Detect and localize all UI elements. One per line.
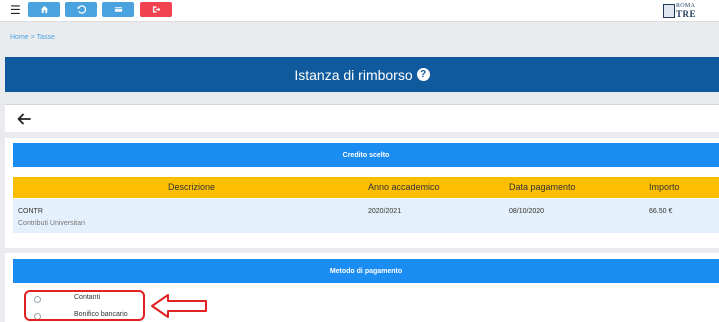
credit-header: Credito scelto	[13, 143, 719, 167]
column-header-description: Descrizione	[168, 182, 216, 192]
annotation-arrow-icon	[151, 294, 207, 318]
top-bar: ☰ ROMA TRE	[0, 0, 719, 22]
annotation-highlight-box	[24, 290, 145, 321]
breadcrumb-home[interactable]: Home	[10, 34, 29, 41]
column-header-year: Anno accademico	[368, 182, 440, 192]
credit-table-header: Descrizione Anno accademico Data pagamen…	[13, 177, 719, 198]
card-icon	[114, 7, 122, 12]
breadcrumb: Home > Tasse	[10, 34, 55, 41]
page-title: Istanza di rimborso	[294, 66, 413, 83]
undo-icon	[76, 5, 86, 14]
breadcrumb-current[interactable]: Tasse	[37, 34, 55, 41]
page-title-bar: Istanza di rimborso ?	[5, 57, 719, 92]
help-icon[interactable]: ?	[416, 68, 430, 81]
back-panel	[5, 104, 719, 132]
undo-button[interactable]	[65, 2, 97, 17]
column-header-date: Data pagamento	[509, 182, 576, 192]
hamburger-icon[interactable]: ☰	[10, 4, 21, 16]
row-amount: 66.50 €	[649, 208, 673, 215]
card-button[interactable]	[102, 2, 134, 17]
university-logo[interactable]: ROMA TRE	[663, 2, 703, 20]
logout-icon	[152, 6, 160, 13]
logo-emblem	[663, 4, 675, 18]
home-button[interactable]	[28, 2, 60, 17]
row-date: 08/10/2020	[509, 208, 545, 215]
row-code: CONTR	[18, 208, 43, 215]
payment-header: Metodo di pagamento	[13, 259, 719, 283]
logo-text-bottom: TRE	[676, 9, 697, 19]
logout-button[interactable]	[140, 2, 172, 17]
back-arrow-icon[interactable]	[16, 111, 32, 127]
breadcrumb-separator: >	[30, 34, 35, 41]
row-description: Contributi Universitari	[18, 220, 85, 227]
row-year: 2020/2021	[368, 208, 402, 215]
column-header-amount: Importo	[649, 182, 680, 192]
table-row[interactable]: CONTR Contributi Universitari 2020/2021 …	[13, 199, 719, 233]
home-icon	[40, 5, 48, 14]
